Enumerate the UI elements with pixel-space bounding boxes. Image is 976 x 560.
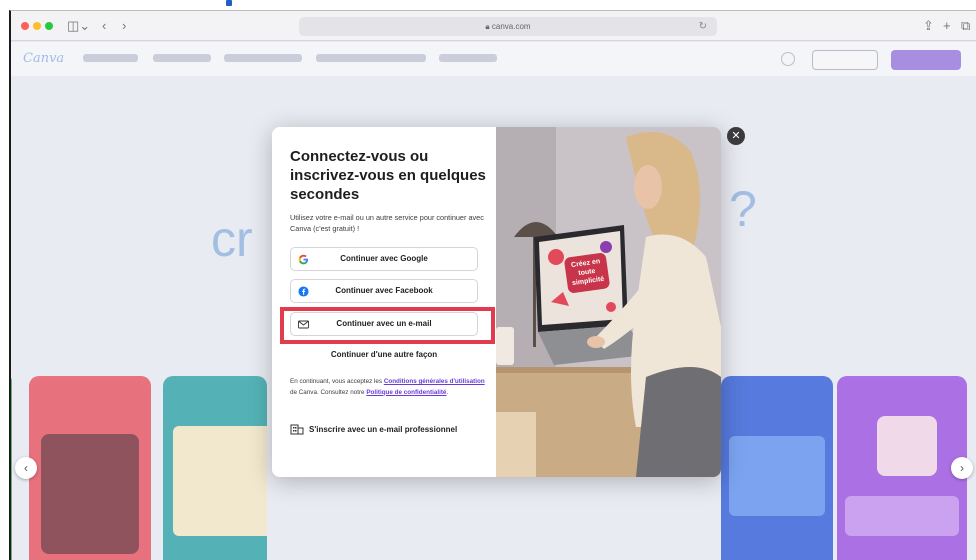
template-card[interactable] (837, 376, 967, 560)
privacy-policy-link[interactable]: Politique de confidentialité (366, 389, 446, 396)
help-icon[interactable] (781, 52, 795, 66)
nav-item[interactable] (316, 54, 426, 62)
google-icon (298, 248, 309, 270)
close-window-button[interactable] (21, 22, 29, 30)
carousel-next-button[interactable]: › (951, 457, 973, 479)
back-icon[interactable]: ‹ (102, 17, 106, 35)
modal-illustration: Créez en toute simplicité (496, 127, 721, 477)
terms-of-use-link[interactable]: Conditions générales d'utilisation (384, 378, 485, 385)
nav-item[interactable] (224, 54, 302, 62)
login-panel: Connectez-vous ou inscrivez-vous en quel… (272, 127, 496, 477)
tab-overview-icon[interactable]: ⧉ (961, 17, 970, 35)
facebook-button-label: Continuer avec Facebook (335, 286, 433, 295)
maximize-window-button[interactable] (45, 22, 53, 30)
signup-button[interactable] (891, 50, 961, 70)
continue-with-google-button[interactable]: Continuer avec Google (290, 247, 478, 271)
url-text: canva.com (491, 22, 531, 31)
login-button[interactable] (812, 50, 878, 70)
address-bar[interactable]: 🔒︎ canva.com ↻ (299, 17, 717, 36)
hero-heading-fragment: ? (729, 181, 757, 237)
template-card[interactable] (29, 376, 151, 560)
nav-item[interactable] (439, 54, 497, 62)
terms-text: En continuant, vous acceptez les Conditi… (290, 378, 485, 396)
nav-item[interactable] (83, 54, 138, 62)
modal-description: Utilisez votre e-mail ou un autre servic… (290, 213, 484, 233)
google-button-label: Continuer avec Google (340, 254, 428, 263)
modal-title: Connectez-vous ou inscrivez-vous en quel… (290, 148, 486, 203)
top-strip (0, 0, 976, 10)
browser-toolbar: ◫⌄ ‹ › 🔒︎ canva.com ↻ ⇪ + ⧉ (11, 11, 976, 41)
signup-professional-email-link[interactable]: S'inscrire avec un e-mail professionnel (290, 423, 490, 437)
canva-navbar: Canva (11, 42, 976, 76)
carousel-prev-button[interactable]: ‹ (15, 457, 37, 479)
canva-logo: Canva (23, 51, 65, 66)
highlight-box (280, 307, 495, 344)
share-icon[interactable]: ⇪ (923, 17, 934, 35)
hero-heading-fragment: cr (211, 211, 253, 267)
template-card[interactable] (721, 376, 833, 560)
illustration-image: Créez en toute simplicité (496, 127, 721, 477)
close-icon[interactable]: ✕ (727, 127, 745, 145)
forward-icon[interactable]: › (122, 17, 126, 35)
minimize-window-button[interactable] (33, 22, 41, 30)
continue-another-way-link[interactable]: Continuer d'une autre façon (290, 350, 478, 359)
facebook-icon (298, 280, 309, 302)
professional-signup-label: S'inscrire avec un e-mail professionnel (309, 425, 458, 434)
nav-item[interactable] (153, 54, 211, 62)
top-accent-mark (226, 0, 232, 6)
continue-with-facebook-button[interactable]: Continuer avec Facebook (290, 279, 478, 303)
building-icon (290, 423, 304, 440)
login-modal: Connectez-vous ou inscrivez-vous en quel… (272, 127, 721, 477)
sidebar-toggle-icon[interactable]: ◫⌄ (67, 17, 90, 35)
template-card[interactable] (163, 376, 267, 560)
new-tab-icon[interactable]: + (943, 17, 951, 35)
reload-icon[interactable]: ↻ (699, 17, 707, 36)
template-card[interactable] (11, 376, 12, 560)
